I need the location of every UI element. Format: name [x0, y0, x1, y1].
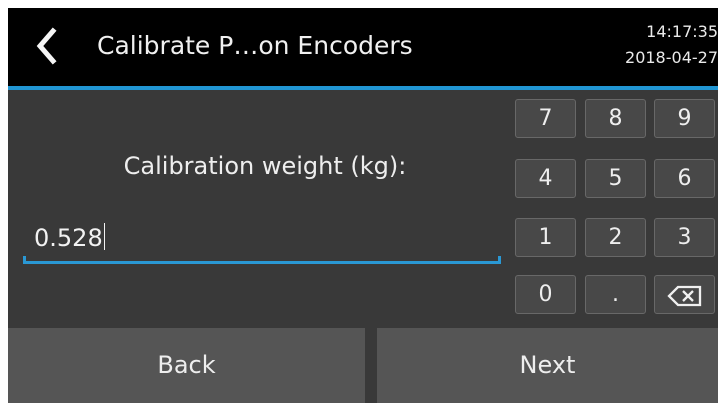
backspace-icon: [666, 285, 701, 307]
key-3[interactable]: 3: [654, 218, 715, 257]
next-button[interactable]: Next: [377, 328, 718, 403]
key-4[interactable]: 4: [515, 159, 576, 198]
key-9[interactable]: 9: [654, 99, 715, 138]
key-6[interactable]: 6: [654, 159, 715, 198]
key-7[interactable]: 7: [515, 99, 576, 138]
backspace-key[interactable]: [654, 275, 715, 314]
key-decimal[interactable]: .: [585, 275, 646, 314]
key-2[interactable]: 2: [585, 218, 646, 257]
key-0[interactable]: 0: [515, 275, 576, 314]
key-1[interactable]: 1: [515, 218, 576, 257]
key-8[interactable]: 8: [585, 99, 646, 138]
key-5[interactable]: 5: [585, 159, 646, 198]
back-button[interactable]: Back: [8, 328, 365, 403]
calibration-screen: Calibrate P…on Encoders 14:17:35 2018-04…: [8, 8, 718, 403]
numeric-keypad: 7 8 9 4 5 6 1 2 3 0 .: [8, 8, 718, 328]
